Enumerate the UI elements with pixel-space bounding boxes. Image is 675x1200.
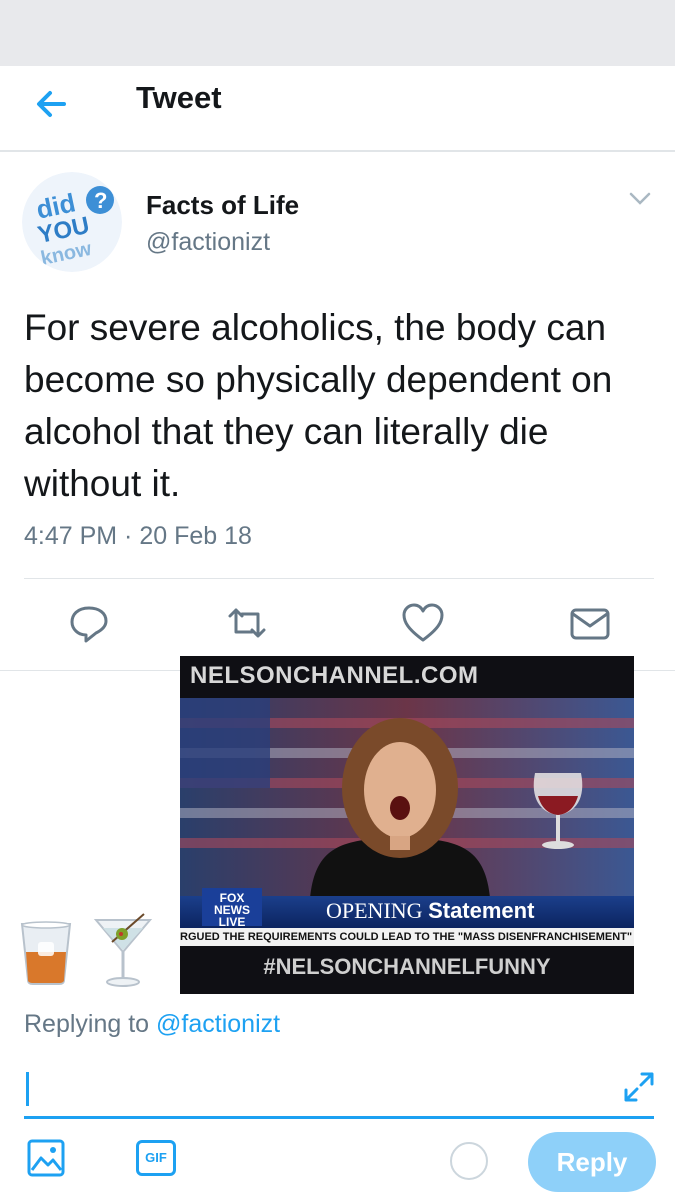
lower-third-title: OPENING Statement <box>326 898 535 923</box>
cocktail-glass-icon <box>93 913 153 987</box>
reply-button[interactable]: Reply <box>528 1132 656 1192</box>
replying-to-handle[interactable]: @factionizt <box>156 1010 280 1038</box>
news-anchor-scene <box>180 698 634 898</box>
media-hashtag: #NELSONCHANNELFUNNY <box>263 954 551 979</box>
author-handle[interactable]: @factionizt <box>146 228 270 257</box>
chevron-down-icon[interactable] <box>628 190 652 208</box>
like-icon[interactable] <box>398 598 448 648</box>
gif-button[interactable]: GIF <box>136 1140 176 1176</box>
replying-to-label: Replying to @factionizt <box>24 1010 281 1038</box>
reply-media-image[interactable]: NELSONCHANNEL.COM FOX NEWS LIVE OPENING S… <box>180 656 634 994</box>
retweet-icon[interactable] <box>222 598 272 648</box>
text-cursor <box>26 1072 29 1106</box>
media-watermark: NELSONCHANNEL.COM <box>190 662 479 689</box>
author-name[interactable]: Facts of Life <box>146 190 299 221</box>
tumbler-glass-icon <box>20 921 72 985</box>
character-counter <box>450 1142 488 1180</box>
share-icon[interactable] <box>566 598 616 648</box>
page-title: Tweet <box>136 80 222 115</box>
image-icon[interactable] <box>26 1138 66 1178</box>
action-bar <box>0 598 675 654</box>
back-arrow-icon[interactable] <box>30 82 74 126</box>
svg-text:?: ? <box>94 188 107 213</box>
reply-icon[interactable] <box>64 598 114 648</box>
tweet-timestamp: 4:47 PM · 20 Feb 18 <box>24 522 252 550</box>
tweet-text: For severe alcoholics, the body can beco… <box>24 307 613 504</box>
divider <box>24 578 654 579</box>
expand-icon[interactable] <box>622 1070 656 1104</box>
reply-input[interactable] <box>24 1116 654 1119</box>
avatar[interactable]: did YOU know ? <box>22 172 122 272</box>
app-bar: Tweet <box>0 66 675 152</box>
status-bar <box>0 0 675 66</box>
news-ticker: RGUED THE REQUIREMENTS COULD LEAD TO THE… <box>180 928 634 946</box>
network-logo: FOX NEWS LIVE <box>202 888 262 928</box>
